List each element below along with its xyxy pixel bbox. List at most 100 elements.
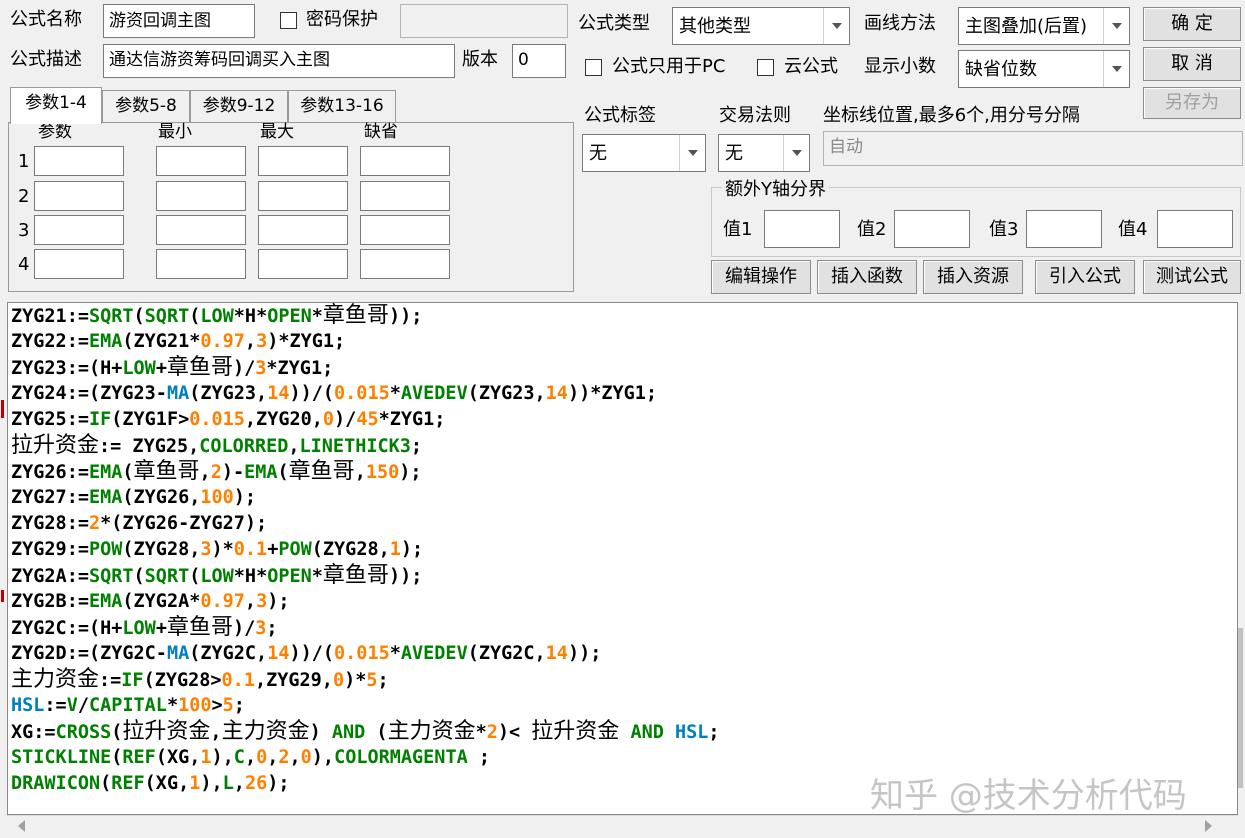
code-token: POW [278, 539, 312, 560]
draw-method-value: 主图叠加(后置) [965, 16, 1088, 37]
code-line[interactable]: ZYG2B:=EMA(ZYG2A*0.97,3); [11, 589, 720, 615]
param-min-input[interactable] [156, 215, 246, 245]
code-text[interactable]: ZYG21:=SQRT(SQRT(LOW*H*OPEN*章鱼哥)); ZYG22:… [11, 303, 720, 797]
code-token: ) [309, 722, 332, 743]
save-as-button[interactable]: 另存为 [1143, 87, 1241, 119]
code-token: SQRT [144, 306, 190, 327]
code-token: ZYG21:= [11, 306, 89, 327]
version-input[interactable]: 0 [512, 44, 566, 78]
code-line[interactable]: STICKLINE(REF(XG,1),C,0,2,0),COLORMAGENT… [11, 745, 720, 771]
code-token: L [222, 773, 234, 794]
trade-rule-select[interactable]: 无 [718, 134, 810, 172]
code-token: LOW [122, 358, 156, 379]
scroll-right-icon[interactable] [1205, 820, 1212, 832]
code-line[interactable]: ZYG26:=EMA(章鱼哥,2)-EMA(章鱼哥,150); [11, 459, 720, 485]
formula-name-input[interactable]: 游资回调主图 [103, 4, 255, 38]
code-line[interactable]: HSL:=V/CAPITAL*100>5; [11, 693, 720, 719]
password-input[interactable] [400, 4, 568, 38]
code-token: 14 [545, 643, 568, 664]
code-editor[interactable]: ZYG21:=SQRT(SQRT(LOW*H*OPEN*章鱼哥)); ZYG22:… [7, 302, 1238, 815]
horizontal-scrollbar[interactable] [7, 815, 1238, 838]
axis-position-input[interactable]: 自动 [823, 131, 1243, 166]
insert-function-button[interactable]: 插入函数 [817, 260, 917, 294]
param-max-input[interactable] [258, 249, 348, 279]
code-token: := [44, 695, 67, 716]
code-line[interactable]: 主力资金:=IF(ZYG28>0.1,ZYG29,0)*5; [11, 667, 720, 693]
code-token: IF [88, 409, 112, 430]
param-min-input[interactable] [156, 181, 246, 211]
param-name-input[interactable] [34, 215, 124, 245]
code-line[interactable]: ZYG28:=2*(ZYG26-ZYG27); [11, 511, 720, 537]
code-line[interactable]: XG:=CROSS(拉升资金,主力资金) AND (主力资金*2)< 拉升资金 … [11, 719, 720, 745]
param-min-input[interactable] [156, 146, 246, 176]
param-default-input[interactable] [360, 146, 450, 176]
param-max-input[interactable] [258, 215, 348, 245]
code-line[interactable]: ZYG22:=EMA(ZYG21*0.97,3)*ZYG1; [11, 329, 720, 355]
y-value-4-input[interactable] [1157, 210, 1233, 248]
code-line[interactable]: ZYG2A:=SQRT(SQRT(LOW*H*OPEN*章鱼哥)); [11, 563, 720, 589]
decimals-select[interactable]: 缺省位数 [958, 50, 1130, 88]
code-line[interactable]: DRAWICON(REF(XG,1),L,26); [11, 771, 720, 797]
code-token: ))/( [289, 643, 335, 664]
code-token: 章鱼哥 [166, 615, 233, 640]
pc-only-label: 公式只用于PC [612, 56, 726, 77]
code-line[interactable]: ZYG27:=EMA(ZYG26,100); [11, 485, 720, 511]
param-name-input[interactable] [34, 146, 124, 176]
code-token: *H* [233, 566, 268, 587]
cloud-checkbox[interactable] [757, 59, 774, 76]
chevron-down-icon[interactable] [783, 135, 809, 171]
param-max-input[interactable] [258, 181, 348, 211]
code-token: ( [133, 566, 145, 587]
code-line[interactable]: ZYG23:=(H+LOW+章鱼哥)/3*ZYG1; [11, 355, 720, 381]
password-label: 密码保护 [306, 9, 378, 30]
formula-type-select[interactable]: 其他类型 [672, 7, 850, 45]
chevron-down-icon[interactable] [1103, 51, 1129, 87]
y-value-3-input[interactable] [1026, 210, 1102, 248]
chevron-down-icon[interactable] [823, 8, 849, 44]
chevron-down-icon[interactable] [1103, 8, 1129, 44]
draw-method-select[interactable]: 主图叠加(后置) [958, 7, 1130, 45]
import-formula-button[interactable]: 引入公式 [1035, 260, 1135, 294]
y-value-2-input[interactable] [894, 210, 970, 248]
y-value-1-input[interactable] [764, 210, 840, 248]
formula-desc-input[interactable]: 通达信游资筹码回调买入主图 [103, 44, 455, 78]
code-token: ), [311, 747, 335, 768]
param-name-input[interactable] [34, 249, 124, 279]
chevron-down-icon[interactable] [679, 135, 705, 171]
code-token: HSL [675, 722, 709, 743]
tab-params-13-16[interactable]: 参数13-16 [288, 90, 396, 122]
code-line[interactable]: ZYG25:=IF(ZYG1F>0.015,ZYG20,0)/45*ZYG1; [11, 407, 720, 433]
code-line[interactable]: ZYG2C:=(H+LOW+章鱼哥)/3; [11, 615, 720, 641]
tab-params-1-4[interactable]: 参数1-4 [10, 87, 102, 124]
code-line[interactable]: ZYG2D:=(ZYG2C-MA(ZYG2C,14))/(0.015*AVEDE… [11, 641, 720, 667]
code-token: ), [211, 747, 234, 768]
code-line[interactable]: ZYG24:=(ZYG23-MA(ZYG23,14))/(0.015*AVEDE… [11, 381, 720, 407]
code-line[interactable]: 拉升资金:= ZYG25,COLORRED,LINETHICK3; [11, 433, 720, 459]
param-default-input[interactable] [360, 249, 450, 279]
tab-params-5-8[interactable]: 参数5-8 [102, 90, 190, 122]
code-token: + [267, 539, 279, 560]
code-token: , [354, 462, 366, 483]
trade-rule-label: 交易法则 [719, 105, 791, 126]
tag-select[interactable]: 无 [582, 134, 706, 172]
scroll-left-icon[interactable] [18, 820, 25, 832]
insert-resource-button[interactable]: 插入资源 [923, 260, 1023, 294]
vertical-scroll-thumb[interactable] [1238, 628, 1243, 788]
code-line[interactable]: ZYG21:=SQRT(SQRT(LOW*H*OPEN*章鱼哥)); [11, 303, 720, 329]
param-min-input[interactable] [156, 249, 246, 279]
cancel-button[interactable]: 取 消 [1143, 47, 1241, 81]
ok-button[interactable]: 确 定 [1143, 7, 1241, 41]
pc-only-checkbox[interactable] [585, 59, 602, 76]
watermark: 知乎 @技术分析代码 [870, 776, 1187, 816]
code-token: EMA [88, 462, 123, 483]
tab-params-9-12[interactable]: 参数9-12 [190, 90, 288, 122]
param-name-input[interactable] [34, 181, 124, 211]
param-default-input[interactable] [360, 215, 450, 245]
edit-ops-button[interactable]: 编辑操作 [711, 260, 811, 294]
test-formula-button[interactable]: 测试公式 [1143, 260, 1241, 294]
password-checkbox[interactable] [280, 12, 297, 29]
param-row-number: 3 [18, 220, 30, 241]
code-line[interactable]: ZYG29:=POW(ZYG28,3)*0.1+POW(ZYG28,1); [11, 537, 720, 563]
param-max-input[interactable] [258, 146, 348, 176]
param-default-input[interactable] [360, 181, 450, 211]
